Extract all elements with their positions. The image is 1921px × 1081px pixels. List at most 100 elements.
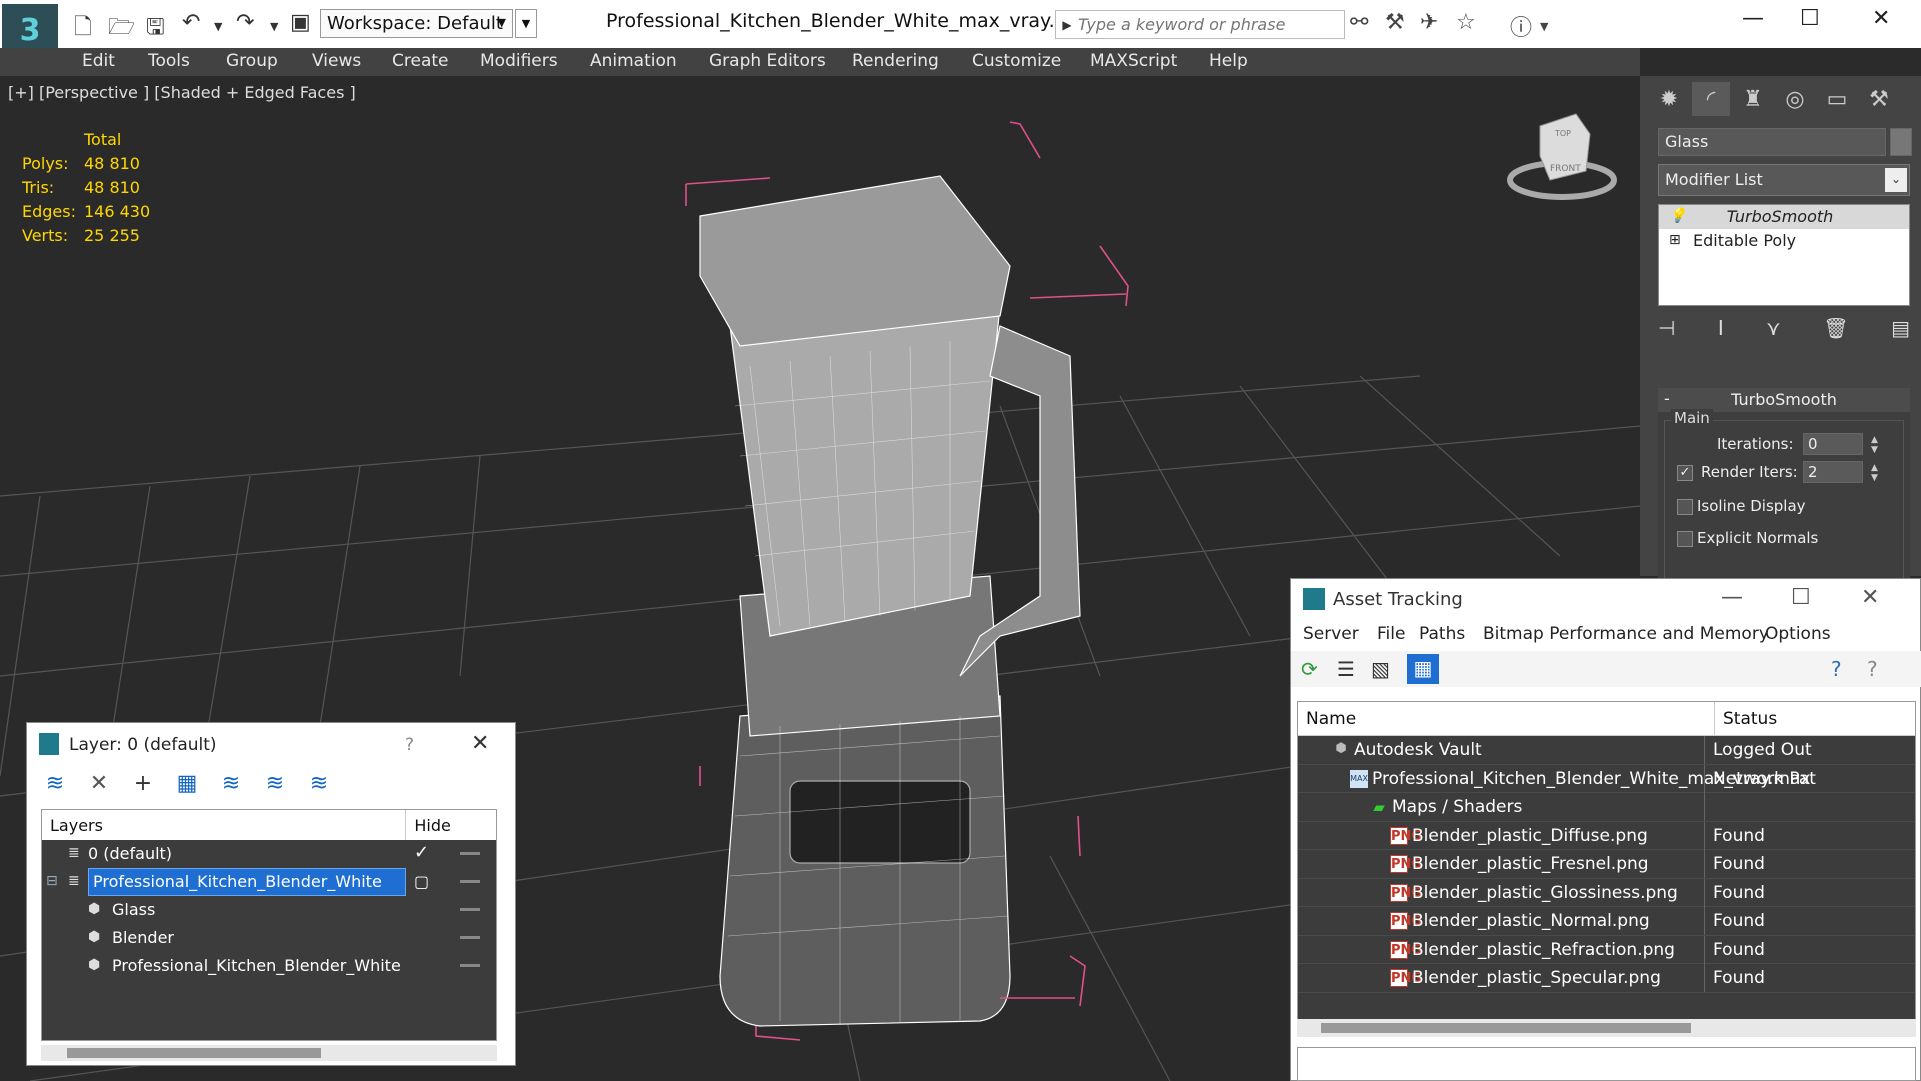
object-color-swatch[interactable] bbox=[1890, 128, 1912, 156]
menu-views[interactable]: Views bbox=[312, 51, 361, 71]
modify-tab-icon[interactable]: ◜ bbox=[1692, 82, 1730, 116]
menu-tools[interactable]: Tools bbox=[148, 51, 190, 71]
spinner-arrows-icon[interactable]: ▲ ▼ bbox=[1871, 463, 1883, 483]
undo-icon[interactable]: ↶ bbox=[182, 10, 200, 35]
collapse-icon[interactable]: ⊟ bbox=[46, 873, 58, 889]
active-layer-check-icon[interactable]: ✓ bbox=[414, 842, 429, 863]
context-help-icon[interactable]: ? bbox=[1867, 657, 1878, 681]
menu-server[interactable]: Server bbox=[1303, 624, 1359, 644]
asset-row[interactable]: ⬢ Autodesk Vault Logged Out bbox=[1298, 736, 1915, 765]
layer-object-row[interactable]: ⬢ Blender bbox=[42, 924, 496, 952]
search-expand-icon[interactable]: ▶ bbox=[1056, 18, 1078, 32]
thumbnail-view-icon[interactable]: ▧ bbox=[1371, 657, 1390, 681]
create-tab-icon[interactable]: ✹ bbox=[1650, 82, 1688, 116]
layer-row[interactable]: ≣ 0 (default) ✓ bbox=[42, 840, 496, 868]
object-name-field[interactable]: Glass bbox=[1658, 128, 1886, 156]
asset-row[interactable]: PNG Blender_plastic_Glossiness.png Found bbox=[1298, 878, 1915, 907]
workspace-menu-button[interactable]: ▼ bbox=[515, 9, 537, 38]
make-unique-icon[interactable]: ⋎ bbox=[1766, 316, 1781, 346]
close-icon[interactable]: ✕ bbox=[471, 731, 489, 756]
column-layers[interactable]: Layers bbox=[42, 810, 407, 840]
spinner-arrows-icon[interactable]: ▲ ▼ bbox=[1871, 435, 1883, 455]
asset-row[interactable]: PNG Blender_plastic_Specular.png Found bbox=[1298, 964, 1915, 993]
project-folder-icon[interactable]: ▣ bbox=[290, 10, 311, 35]
hide-toggle[interactable] bbox=[460, 936, 480, 939]
menu-options[interactable]: Options bbox=[1765, 624, 1831, 644]
menu-help[interactable]: Help bbox=[1209, 51, 1248, 71]
table-view-icon[interactable]: ▦ bbox=[1407, 654, 1439, 684]
select-objects-icon[interactable]: ▦ bbox=[173, 771, 201, 801]
maximize-icon[interactable]: ☐ bbox=[1791, 585, 1811, 610]
add-to-layer-icon[interactable]: + bbox=[129, 771, 157, 801]
favorites-star-icon[interactable]: ☆ bbox=[1456, 10, 1476, 35]
undo-dropdown-icon[interactable]: ▼ bbox=[214, 20, 222, 33]
iterations-spinner[interactable]: 0 bbox=[1803, 433, 1863, 455]
close-icon[interactable]: ✕ bbox=[1861, 585, 1879, 610]
highlight-selected-icon[interactable]: ≋ bbox=[217, 771, 245, 801]
save-file-icon[interactable]: 🖫 bbox=[146, 10, 165, 48]
asset-row[interactable]: PNG Blender_plastic_Refraction.png Found bbox=[1298, 935, 1915, 964]
motion-tab-icon[interactable]: ◎ bbox=[1776, 82, 1814, 116]
menu-create[interactable]: Create bbox=[392, 51, 449, 71]
asset-row[interactable]: PNG Blender_plastic_Normal.png Found bbox=[1298, 907, 1915, 936]
viewcube[interactable]: FRONT TOP bbox=[1507, 113, 1617, 200]
help-dropdown-icon[interactable]: ▼ bbox=[1540, 20, 1548, 33]
menu-rendering[interactable]: Rendering bbox=[852, 51, 939, 71]
remove-modifier-icon[interactable]: 🗑 bbox=[1823, 316, 1848, 346]
close-icon[interactable]: ✕ bbox=[1872, 6, 1890, 31]
isoline-display-checkbox[interactable] bbox=[1677, 499, 1693, 515]
layer-object-row[interactable]: ⬢ Professional_Kitchen_Blender_White bbox=[42, 952, 496, 980]
workspace-dropdown[interactable]: Workspace: Default ▼ bbox=[320, 9, 513, 38]
asset-row[interactable]: MAX Professional_Kitchen_Blender_White_m… bbox=[1298, 764, 1915, 793]
hide-all-layers-icon[interactable]: ≋ bbox=[261, 771, 289, 801]
column-name[interactable]: Name bbox=[1306, 709, 1356, 729]
layer-row[interactable]: ⊟ ≣ Professional_Kitchen_Blender_White ▢ bbox=[42, 868, 496, 896]
stack-item-editable-poly[interactable]: ⊞ Editable Poly bbox=[1659, 229, 1909, 253]
show-end-result-icon[interactable]: Ⅰ bbox=[1718, 316, 1724, 346]
menu-customize[interactable]: Customize bbox=[972, 51, 1061, 71]
delete-layer-icon[interactable]: ✕ bbox=[85, 771, 113, 801]
redo-icon[interactable]: ↷ bbox=[236, 10, 254, 35]
menu-bitmap-performance[interactable]: Bitmap Performance and Memory bbox=[1483, 624, 1769, 644]
hide-toggle[interactable] bbox=[460, 964, 480, 967]
new-file-icon[interactable]: 🗋 bbox=[74, 10, 92, 48]
freeze-all-layers-icon[interactable]: ≋ bbox=[305, 771, 333, 801]
maximize-icon[interactable]: ☐ bbox=[1800, 6, 1820, 31]
asset-row[interactable]: PNG Blender_plastic_Fresnel.png Found bbox=[1298, 850, 1915, 879]
set-active-layer-icon[interactable]: ▢ bbox=[414, 872, 429, 891]
display-tab-icon[interactable]: ▭ bbox=[1818, 82, 1856, 116]
help-icon[interactable]: ? bbox=[1831, 657, 1842, 681]
expand-plus-icon[interactable]: ⊞ bbox=[1669, 232, 1681, 248]
menu-modifiers[interactable]: Modifiers bbox=[480, 51, 558, 71]
horizontal-scrollbar[interactable] bbox=[1297, 1019, 1916, 1037]
menu-file[interactable]: File bbox=[1377, 624, 1405, 644]
hierarchy-tab-icon[interactable]: ♜ bbox=[1734, 82, 1772, 116]
layer-window-titlebar[interactable]: Layer: 0 (default) ? ✕ bbox=[27, 723, 515, 765]
binoculars-icon[interactable]: ⚯ bbox=[1350, 10, 1368, 35]
menu-animation[interactable]: Animation bbox=[590, 51, 677, 71]
menu-paths[interactable]: Paths bbox=[1419, 624, 1465, 644]
stack-item-turbosmooth[interactable]: 💡 TurboSmooth bbox=[1659, 205, 1909, 229]
scrollbar-thumb[interactable] bbox=[67, 1048, 321, 1058]
configure-modifier-sets-icon[interactable]: ▤ bbox=[1891, 316, 1910, 346]
menu-edit[interactable]: Edit bbox=[82, 51, 115, 71]
open-file-icon[interactable]: 🗁 bbox=[108, 10, 135, 48]
help-icon[interactable]: ⓘ bbox=[1510, 10, 1532, 42]
menu-group[interactable]: Group bbox=[226, 51, 278, 71]
layer-object-row[interactable]: ⬢ Glass bbox=[42, 896, 496, 924]
redo-dropdown-icon[interactable]: ▼ bbox=[270, 20, 278, 33]
search-input[interactable] bbox=[1078, 15, 1340, 34]
render-iters-spinner[interactable]: 2 bbox=[1803, 461, 1863, 483]
hide-toggle[interactable] bbox=[460, 880, 480, 883]
render-iters-checkbox[interactable]: ✓ bbox=[1677, 465, 1693, 481]
asset-row[interactable]: ▰ Maps / Shaders bbox=[1298, 793, 1915, 822]
help-icon[interactable]: ? bbox=[405, 735, 414, 755]
asset-row[interactable]: PNG Blender_plastic_Diffuse.png Found bbox=[1298, 821, 1915, 850]
column-status[interactable]: Status bbox=[1714, 702, 1915, 736]
hide-toggle[interactable] bbox=[460, 908, 480, 911]
menu-maxscript[interactable]: MAXScript bbox=[1090, 51, 1177, 71]
horizontal-scrollbar[interactable] bbox=[41, 1045, 497, 1061]
modifier-list-dropdown[interactable]: Modifier List ⌄ bbox=[1658, 164, 1910, 196]
utilities-tab-icon[interactable]: ⚒ bbox=[1860, 82, 1898, 116]
lightbulb-icon[interactable]: 💡 bbox=[1669, 208, 1686, 224]
